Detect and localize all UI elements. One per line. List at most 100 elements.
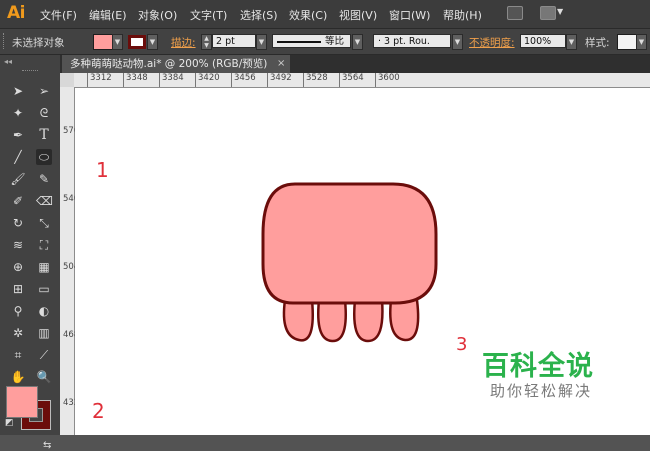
brush-label: 3 pt. Rou. xyxy=(384,36,430,47)
mesh-tool-icon[interactable]: ⊞ xyxy=(10,281,26,297)
ruler-major-tick xyxy=(87,73,88,87)
ruler-label: 432 xyxy=(63,398,80,408)
style-label: 样式: xyxy=(585,37,610,49)
artboard-canvas[interactable]: 1 2 3 百科全说 助你轻松解决 xyxy=(75,88,650,435)
ellipse-tool-icon[interactable]: ⬭ xyxy=(36,149,52,165)
ruler-label: 3456 xyxy=(234,73,256,83)
control-bar: 未选择对象 ▼ ▼ 描边: ▲ ▼ 2 pt ▼ 等比 ▼ · 3 pt. Rou… xyxy=(0,29,650,55)
ruler-label: 3384 xyxy=(162,73,184,83)
line-segment-tool-icon[interactable]: ╱ xyxy=(10,149,26,165)
swap-fill-stroke-icon[interactable]: ⇆ xyxy=(43,440,51,451)
arrange-documents-icon[interactable] xyxy=(540,6,556,20)
selection-tool-icon[interactable]: ➤ xyxy=(10,83,26,99)
menu-effect[interactable]: 效果(C) xyxy=(289,7,327,23)
ruler-label: 3312 xyxy=(90,73,112,83)
slice-tool-icon[interactable]: ⟋ xyxy=(36,347,52,363)
panel-grip-icon[interactable] xyxy=(3,33,6,49)
stroke-dropdown-icon[interactable]: ▼ xyxy=(147,34,158,50)
ruler-label: 576 xyxy=(63,126,80,136)
pencil-tool-icon[interactable]: ✎ xyxy=(36,171,52,187)
paintbrush-tool-icon[interactable]: 🖌 xyxy=(10,171,26,187)
fill-color-box[interactable] xyxy=(6,386,38,418)
stroke-label[interactable]: 描边: xyxy=(171,35,196,50)
leg-shape[interactable] xyxy=(389,298,420,342)
artboard-tool-icon[interactable]: ⌗ xyxy=(10,347,26,363)
close-icon[interactable]: × xyxy=(277,55,285,73)
fill-color-swatch[interactable] xyxy=(93,34,113,50)
menu-file[interactable]: 文件(F) xyxy=(40,7,77,23)
menu-edit[interactable]: 编辑(E) xyxy=(89,7,127,23)
ruler-label: 3600 xyxy=(378,73,400,83)
ruler-major-tick xyxy=(123,73,124,87)
ruler-label: 540 xyxy=(63,194,80,204)
ruler-major-tick xyxy=(195,73,196,87)
variable-width-profile[interactable]: 等比 xyxy=(272,34,351,48)
brush-dropdown-icon[interactable]: ▼ xyxy=(452,34,463,50)
body-shape[interactable] xyxy=(261,182,438,305)
ruler-major-tick xyxy=(303,73,304,87)
vertical-ruler[interactable]: 576 540 504 468 432 xyxy=(60,87,80,435)
menu-select[interactable]: 选择(S) xyxy=(240,7,278,23)
stroke-stepper-icon[interactable]: ▲ ▼ xyxy=(201,34,212,50)
width-tool-icon[interactable]: ≋ xyxy=(10,237,26,253)
profile-dropdown-icon[interactable]: ▼ xyxy=(352,34,363,50)
free-transform-tool-icon[interactable]: ⛶ xyxy=(36,237,52,253)
panel-grip-icon[interactable] xyxy=(22,70,38,73)
ruler-origin[interactable] xyxy=(60,73,74,87)
style-dropdown-icon[interactable]: ▼ xyxy=(636,34,647,50)
menu-type[interactable]: 文字(T) xyxy=(190,7,227,23)
column-graph-tool-icon[interactable]: ▥ xyxy=(36,325,52,341)
blend-tool-icon[interactable]: ◐ xyxy=(36,303,52,319)
document-tab-bar: 多种萌萌哒动物.ai* @ 200% (RGB/预览) × xyxy=(60,55,650,73)
opacity-field[interactable]: 100% xyxy=(520,34,566,48)
menu-window[interactable]: 窗口(W) xyxy=(389,7,430,23)
watermark-subtitle: 助你轻松解决 xyxy=(490,382,593,400)
leg-shape[interactable] xyxy=(353,298,384,343)
eyedropper-tool-icon[interactable]: ⚲ xyxy=(10,303,26,319)
watermark-title: 百科全说 xyxy=(482,351,594,382)
ruler-label: 3564 xyxy=(342,73,364,83)
ruler-label: 3528 xyxy=(306,73,328,83)
opacity-label[interactable]: 不透明度: xyxy=(469,35,515,50)
scale-tool-icon[interactable]: ⤡ xyxy=(36,215,52,231)
stroke-weight-field[interactable]: 2 pt xyxy=(212,34,256,48)
eraser-tool-icon[interactable]: ⌫ xyxy=(36,193,53,209)
brush-definition-field[interactable]: · 3 pt. Rou. xyxy=(373,34,451,48)
lasso-tool-icon[interactable]: ᘓ xyxy=(36,105,52,121)
ruler-label: 3492 xyxy=(270,73,292,83)
blob-brush-tool-icon[interactable]: ✐ xyxy=(10,193,26,209)
menu-help[interactable]: 帮助(H) xyxy=(443,7,482,23)
bridge-icon[interactable] xyxy=(507,6,523,20)
shape-builder-tool-icon[interactable]: ⊕ xyxy=(10,259,26,275)
stroke-color-swatch[interactable] xyxy=(128,35,146,49)
ruler-major-tick xyxy=(375,73,376,87)
pen-tool-icon[interactable]: ✒ xyxy=(10,127,26,143)
perspective-grid-tool-icon[interactable]: ▦ xyxy=(36,259,52,275)
app-logo: Ai xyxy=(7,3,25,23)
stroke-weight-dropdown-icon[interactable]: ▼ xyxy=(256,34,267,50)
type-tool-icon[interactable]: T xyxy=(36,127,52,143)
hand-tool-icon[interactable]: ✋ xyxy=(10,369,26,385)
tools-panel: ◂◂ ➤ ➢ ✦ ᘓ ✒ T ╱ ⬭ 🖌 ✎ ✐ ⌫ ↻ ⤡ ≋ ⛶ ⊕ ▦ ⊞… xyxy=(0,55,61,451)
zoom-tool-icon[interactable]: 🔍 xyxy=(36,369,52,385)
selection-status: 未选择对象 xyxy=(12,37,65,49)
profile-line-icon xyxy=(277,41,321,43)
chevron-down-icon[interactable]: ▼ xyxy=(557,7,563,16)
collapse-panel-icon[interactable]: ◂◂ xyxy=(4,57,12,66)
fill-dropdown-icon[interactable]: ▼ xyxy=(112,34,123,50)
graphic-style-swatch[interactable] xyxy=(617,34,637,50)
horizontal-ruler[interactable]: 3312 3348 3384 3420 3456 3492 3528 3564 … xyxy=(60,73,650,88)
menu-object[interactable]: 对象(O) xyxy=(138,7,177,23)
gradient-tool-icon[interactable]: ▭ xyxy=(36,281,52,297)
default-fill-stroke-icon[interactable]: ◩ xyxy=(5,418,14,428)
menu-view[interactable]: 视图(V) xyxy=(339,7,377,23)
leg-shape[interactable] xyxy=(317,298,347,343)
ruler-label: 504 xyxy=(63,262,80,272)
leg-shape[interactable] xyxy=(282,298,314,342)
direct-selection-tool-icon[interactable]: ➢ xyxy=(36,83,52,99)
magic-wand-tool-icon[interactable]: ✦ xyxy=(10,105,26,121)
opacity-dropdown-icon[interactable]: ▼ xyxy=(566,34,577,50)
symbol-sprayer-tool-icon[interactable]: ✲ xyxy=(10,325,26,341)
rotate-tool-icon[interactable]: ↻ xyxy=(10,215,26,231)
document-tab[interactable]: 多种萌萌哒动物.ai* @ 200% (RGB/预览) xyxy=(62,55,290,73)
